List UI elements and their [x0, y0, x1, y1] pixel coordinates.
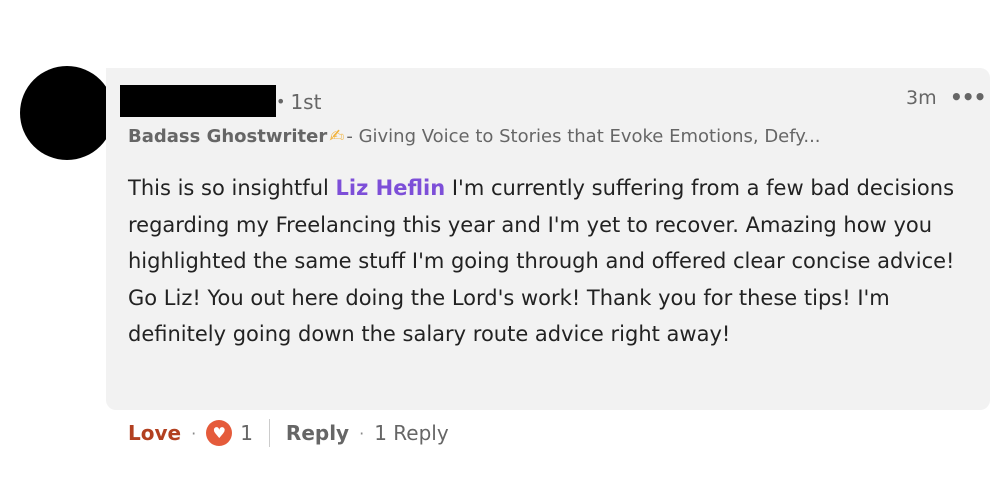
mention-link[interactable]: Liz Heflin	[336, 176, 446, 200]
heart-icon[interactable]: ♥	[206, 420, 233, 446]
writing-hand-icon: ✍	[329, 126, 345, 147]
avatar[interactable]	[20, 66, 114, 160]
love-button[interactable]: Love	[128, 421, 181, 445]
ellipsis-horizontal-icon[interactable]: •••	[950, 86, 986, 108]
author-headline: Badass Ghostwriter ✍ - Giving Voice to Sto…	[128, 124, 821, 150]
reaction-count[interactable]: 1	[240, 421, 253, 445]
author-tagline: Giving Voice to Stories that Evoke Emoti…	[358, 126, 821, 147]
comment-text: This is so insightful Liz Heflin I'm cur…	[128, 170, 968, 353]
headline-separator: -	[346, 126, 353, 147]
comment-timestamp: 3m	[906, 87, 937, 109]
replies-count-link[interactable]: 1 Reply	[374, 421, 448, 445]
comment-text-rest: I'm currently suffering from a few bad d…	[128, 176, 955, 346]
degree-label: 1st	[290, 90, 322, 114]
comment-text-start: This is so insightful	[128, 176, 336, 200]
redacted-author-name[interactable]	[120, 85, 276, 117]
connection-degree: • 1st	[276, 89, 321, 117]
author-role: Badass Ghostwriter	[128, 126, 328, 147]
comment-page: • 1st 3m ••• Badass Ghostwriter ✍ - Giving …	[0, 0, 1000, 500]
action-dot-separator: ·	[191, 423, 197, 443]
bullet-separator: •	[276, 92, 286, 111]
comment-actions: Love · ♥ 1 Reply · 1 Reply	[128, 418, 449, 448]
action-divider	[268, 419, 270, 447]
reply-button[interactable]: Reply	[286, 421, 349, 445]
reply-dot-separator: ·	[359, 423, 365, 443]
